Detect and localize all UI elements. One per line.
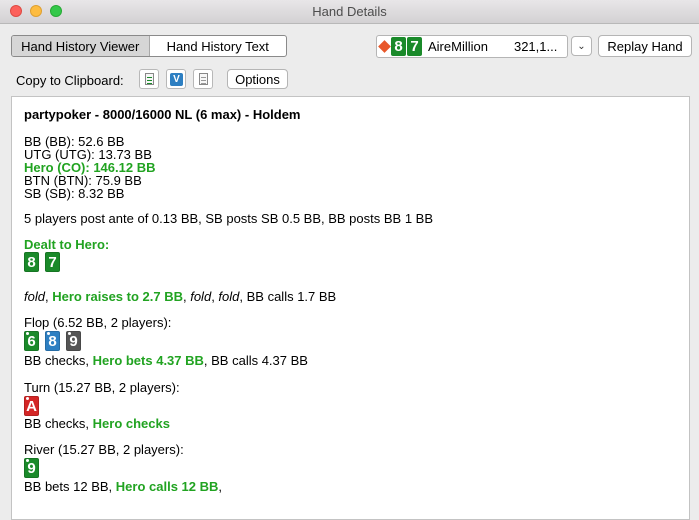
antes-line: 5 players post ante of 0.13 BB, SB posts…	[24, 211, 434, 226]
dealer-button-icon	[377, 38, 391, 56]
player-card: 7	[407, 37, 422, 56]
flop-card: 9	[66, 331, 81, 351]
turn-actions: BB checks, Hero checks	[24, 416, 170, 431]
hero-card: 8	[24, 252, 39, 272]
chevron-down-icon: ⌄	[577, 40, 586, 52]
turn-label: Turn (15.27 BB, 2 players):	[24, 380, 180, 395]
preflop-actions: fold, Hero raises to 2.7 BB, fold, fold,…	[24, 289, 337, 304]
player-selector[interactable]: 8 7 AireMillion 321,1...	[376, 35, 568, 58]
river-actions: BB bets 12 BB, Hero calls 12 BB,	[24, 479, 223, 494]
player-dropdown-button[interactable]: ⌄	[571, 36, 592, 56]
stack-line: SB (SB): 8.32 BB	[24, 186, 125, 201]
copy-to-clipboard-label: Copy to Clipboard:	[16, 73, 124, 88]
window-title: Hand Details	[312, 4, 387, 19]
options-button[interactable]: Options	[227, 69, 288, 89]
flop-card: 6	[24, 331, 39, 351]
flop-label: Flop (6.52 BB, 2 players):	[24, 315, 172, 330]
dealt-to-hero-label: Dealt to Hero:	[24, 237, 110, 252]
title-bar: Hand Details	[0, 0, 699, 24]
player-card: 8	[391, 37, 406, 56]
river-card: 9	[24, 458, 39, 478]
tab-hand-history-viewer[interactable]: Hand History Viewer	[12, 36, 150, 56]
tab-hand-history-text[interactable]: Hand History Text	[150, 36, 287, 56]
flop-actions: BB checks, Hero bets 4.37 BB, BB calls 4…	[24, 353, 308, 368]
turn-card: A	[24, 396, 39, 416]
player-name: AireMillion	[428, 39, 488, 54]
hero-card: 7	[45, 252, 60, 272]
view-mode-segmented-control: Hand History Viewer Hand History Text	[11, 35, 287, 57]
player-chips: 321,1...	[513, 39, 558, 54]
copy-holdem-manager-icon[interactable]: V	[166, 69, 186, 89]
flop-card: 8	[45, 331, 60, 351]
copy-plain-icon[interactable]	[193, 69, 213, 89]
hand-header: partypoker - 8000/16000 NL (6 max) - Hol…	[24, 107, 301, 122]
hand-history-panel: partypoker - 8000/16000 NL (6 max) - Hol…	[11, 96, 690, 520]
copy-text-icon[interactable]	[139, 69, 159, 89]
river-label: River (15.27 BB, 2 players):	[24, 442, 184, 457]
replay-hand-button[interactable]: Replay Hand	[598, 35, 692, 57]
